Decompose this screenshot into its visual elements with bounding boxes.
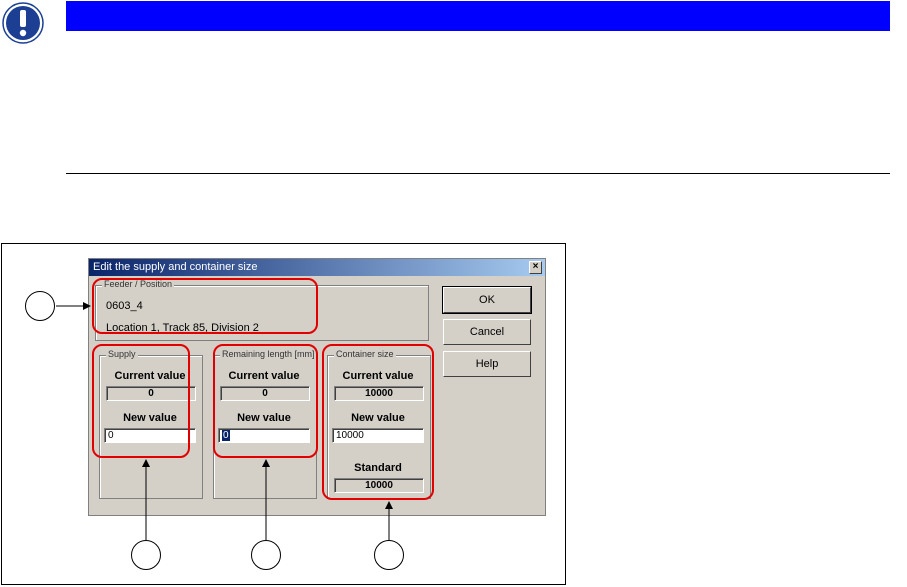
dialog-titlebar[interactable]: Edit the supply and container size × [89, 259, 545, 276]
exclamation-icon [2, 2, 44, 44]
feeder-highlight [92, 278, 318, 334]
container-highlight [322, 344, 434, 500]
dialog-title: Edit the supply and container size [93, 261, 258, 273]
close-button[interactable]: × [529, 261, 542, 274]
callout-circle-supply [131, 540, 161, 570]
callout-circle-remaining [251, 540, 281, 570]
cancel-button[interactable]: Cancel [443, 319, 531, 345]
remaining-highlight [213, 344, 318, 458]
ok-button[interactable]: OK [442, 286, 532, 314]
notice-bar [66, 1, 890, 31]
callout-circle-feeder [25, 291, 55, 321]
supply-highlight [92, 344, 190, 458]
callout-circle-container [374, 540, 404, 570]
help-button[interactable]: Help [443, 351, 531, 377]
notice-divider [66, 173, 890, 174]
